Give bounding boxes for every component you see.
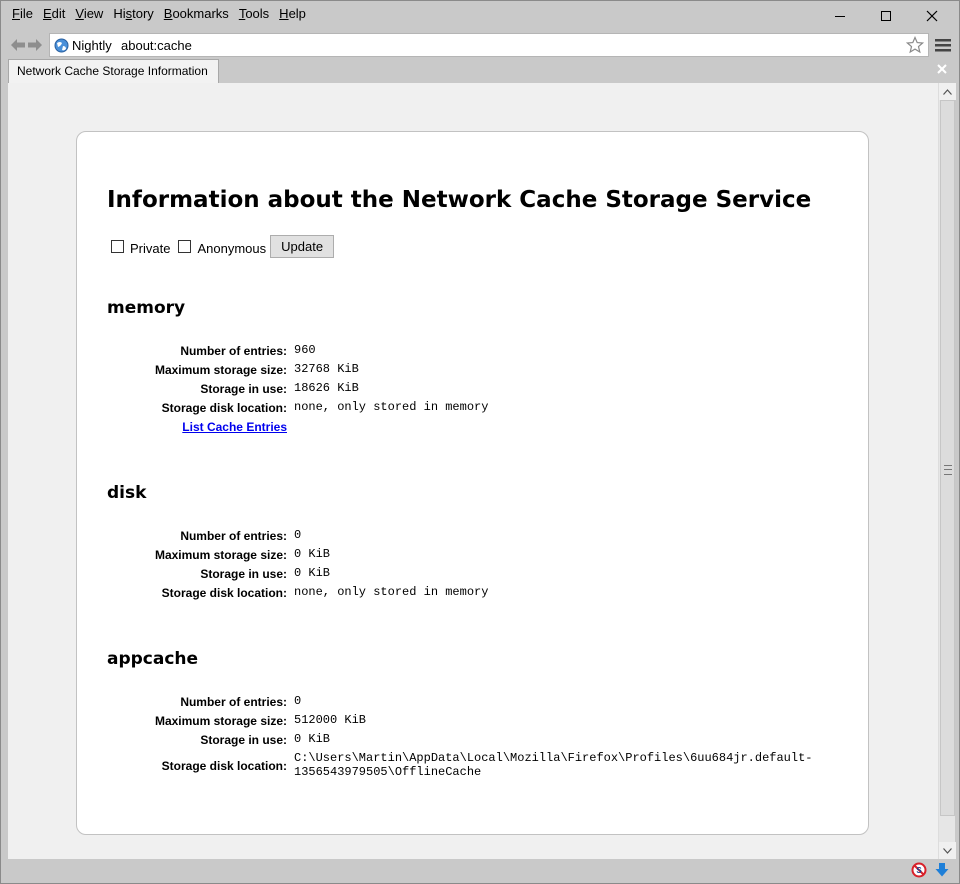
menu-view[interactable]: View [70,6,108,22]
stat-value: none, only stored in memory [294,400,489,414]
navigation-bar: Nightly about:cache [1,31,959,59]
chevron-down-icon [943,847,952,854]
stat-row: Storage disk location: none, only stored… [107,399,827,418]
stat-value: 0 [294,694,302,708]
back-arrow-icon [11,39,25,51]
menu: File Edit View History Bookmarks Tools H… [7,6,311,22]
stat-row: Maximum storage size: 32768 KiB [107,361,827,380]
minimize-button[interactable] [817,1,863,31]
stat-label: Number of entries: [180,529,287,543]
blocked-icon[interactable]: S [911,862,927,878]
back-button[interactable] [9,35,27,55]
download-arrow-icon[interactable] [934,862,950,878]
stat-value: C:\Users\Martin\AppData\Local\Mozilla\Fi… [294,751,812,779]
stat-row: Storage in use: 0 KiB [107,731,827,750]
scroll-up-button[interactable] [939,83,956,100]
tab-strip: Network Cache Storage Information [1,59,959,83]
stat-value: 0 [294,528,302,542]
stat-value: 0 KiB [294,547,331,561]
stat-label: Storage disk location: [161,586,287,600]
stat-label: Storage in use: [200,733,287,747]
stat-label: Maximum storage size: [154,714,287,728]
stat-value: 960 [294,343,316,357]
stat-row: Number of entries: 960 [107,342,827,361]
stat-row: List Cache Entries [107,418,827,437]
stats-memory: Number of entries: 960 Maximum storage s… [107,342,827,437]
browser-window: File Edit View History Bookmarks Tools H… [0,0,960,884]
private-label: Private [130,241,171,256]
location-line: C:\Users\Martin\AppData\Local\Mozilla\Fi… [294,751,813,765]
section-title-disk: disk [107,483,147,503]
forward-button[interactable] [26,35,44,55]
menu-file[interactable]: File [7,6,38,22]
tab-network-cache[interactable]: Network Cache Storage Information [8,59,219,83]
stat-row: Storage disk location: none, only stored… [107,584,827,603]
url-input[interactable]: about:cache [121,37,192,54]
stat-row: Maximum storage size: 0 KiB [107,546,827,565]
stat-value: 0 KiB [294,732,331,746]
stat-label: Number of entries: [180,344,287,358]
stat-label: Storage disk location: [161,759,287,773]
private-checkbox[interactable] [111,240,124,253]
stat-label: Maximum storage size: [154,548,287,562]
stat-label: Storage in use: [200,382,287,396]
forward-arrow-icon [28,39,42,51]
menu-bar: File Edit View History Bookmarks Tools H… [1,1,959,31]
close-icon [926,10,938,22]
stat-value: none, only stored in memory [294,585,489,599]
status-bar: S [1,859,959,883]
stat-label: Maximum storage size: [154,363,287,377]
scroll-thumb[interactable] [940,100,955,816]
stats-disk: Number of entries: 0 Maximum storage siz… [107,527,827,603]
stat-label: Number of entries: [180,695,287,709]
close-tab-icon[interactable] [936,63,948,77]
stat-value: 18626 KiB [294,381,359,395]
menu-help[interactable]: Help [274,6,311,22]
site-identity-button[interactable]: Nightly [54,37,112,54]
stat-label: Storage disk location: [161,401,287,415]
chevron-up-icon [943,88,952,95]
maximize-icon [881,11,891,21]
stat-row: Storage in use: 18626 KiB [107,380,827,399]
anonymous-label: Anonymous [197,241,267,256]
page-title: Information about the Network Cache Stor… [107,187,812,213]
page-content: Information about the Network Cache Stor… [8,83,938,859]
stat-value: 32768 KiB [294,362,359,376]
hamburger-menu-icon[interactable] [934,36,952,54]
minimize-icon [835,16,845,17]
bookmark-star-icon[interactable] [906,36,924,54]
section-title-appcache: appcache [107,649,199,669]
vertical-scrollbar[interactable] [938,83,956,859]
stat-value: 0 KiB [294,566,331,580]
scroll-down-button[interactable] [939,842,956,859]
stat-label: Storage in use: [200,567,287,581]
menu-edit[interactable]: Edit [38,6,70,22]
menu-tools[interactable]: Tools [234,6,274,22]
location-line: 1356543979505\OfflineCache [294,765,482,779]
close-window-button[interactable] [909,1,955,31]
maximize-button[interactable] [863,1,909,31]
svg-text:S: S [916,866,922,875]
identity-label: Nightly [72,38,112,53]
list-cache-entries-link[interactable]: List Cache Entries [182,420,287,434]
stat-row: Storage in use: 0 KiB [107,565,827,584]
globe-icon [54,38,69,53]
update-button[interactable]: Update [270,235,335,258]
stat-row: Storage disk location: C:\Users\Martin\A… [107,750,827,782]
info-card: Information about the Network Cache Stor… [76,131,869,835]
stat-value: 512000 KiB [294,713,367,727]
menu-bookmarks[interactable]: Bookmarks [159,6,234,22]
stat-row: Maximum storage size: 512000 KiB [107,712,827,731]
scroll-grip-icon [944,465,952,475]
anonymous-checkbox[interactable] [178,240,192,253]
cache-controls: Private Anonymous Update [111,235,335,258]
menu-history[interactable]: History [108,6,158,22]
url-bar[interactable]: Nightly about:cache [49,33,929,57]
stat-row: Number of entries: 0 [107,693,827,712]
stat-row: Number of entries: 0 [107,527,827,546]
stats-appcache: Number of entries: 0 Maximum storage siz… [107,693,827,782]
section-title-memory: memory [107,298,186,318]
